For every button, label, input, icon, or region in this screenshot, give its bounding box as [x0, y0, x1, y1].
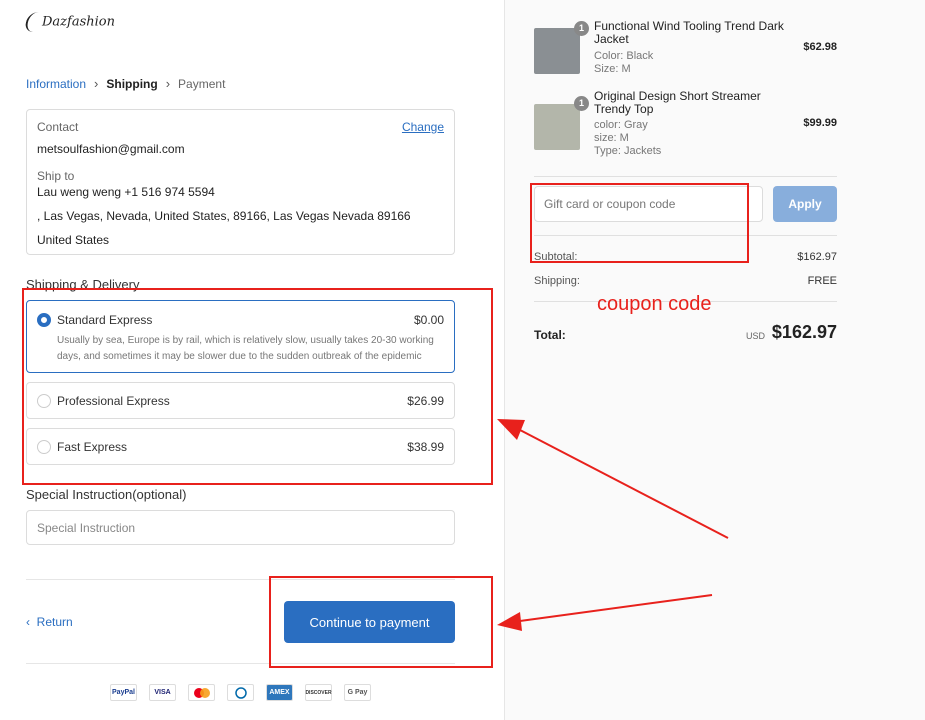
arrow-to-shipping-icon	[497, 419, 729, 539]
annotation-arrows	[497, 419, 729, 631]
arrow-to-continue-icon	[497, 594, 713, 631]
